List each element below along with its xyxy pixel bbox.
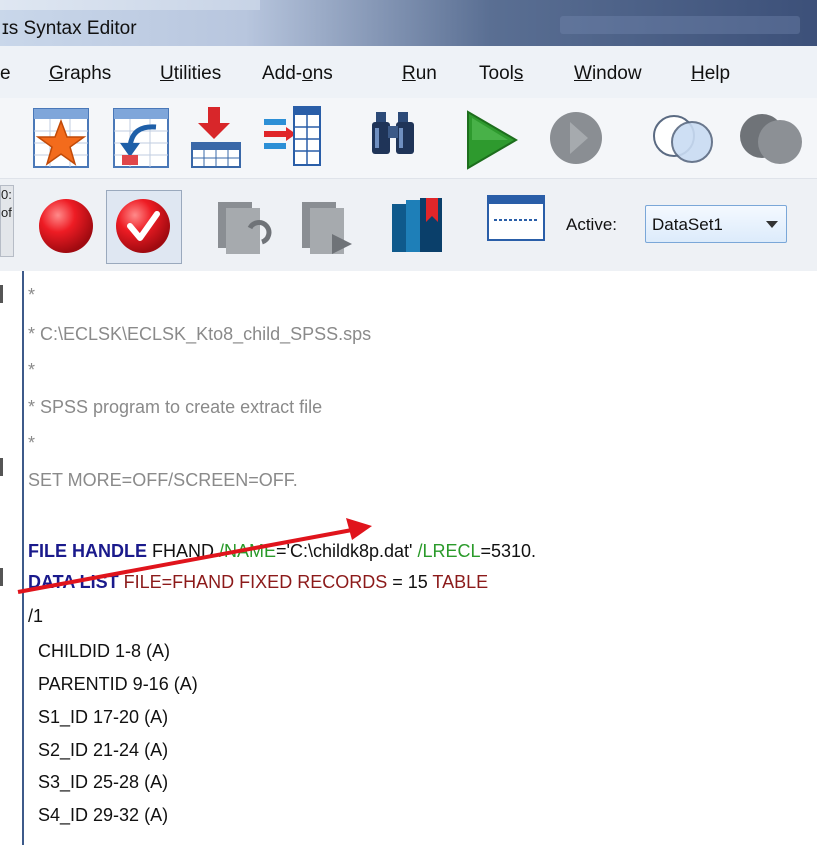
code-line-5: * <box>28 433 36 453</box>
menu-tools[interactable]: Tools <box>479 63 523 85</box>
gutter-marker <box>0 285 3 303</box>
menu-help-mnemonic: H <box>691 63 705 84</box>
menu-graphs-rest: raphs <box>63 63 112 84</box>
sub-lrecl: /LRECL <box>417 541 481 561</box>
menu-run-mnemonic: R <box>402 63 416 84</box>
syntax-editor[interactable]: * * C:\ECLSK\ECLSK_Kto8_child_SPSS.sps *… <box>24 271 817 845</box>
code-line-4: * SPSS program to create extract file <box>28 397 323 417</box>
menu-bar: e Graphs Utilities Add-ons Run Tools Win… <box>0 46 817 99</box>
menu-window-mnemonic: W <box>574 63 592 84</box>
gutter-marker <box>0 458 3 476</box>
menu-run-rest: un <box>415 63 437 84</box>
editor-gutter <box>0 271 24 845</box>
previous-bookmark-icon[interactable] <box>214 198 274 258</box>
window-title: ɪs Syntax Editor <box>2 18 137 39</box>
gutter-marker <box>0 568 3 586</box>
sub-name: /NAME <box>219 541 277 561</box>
file-fixed-records-token: FILE=FHAND FIXED RECORDS <box>118 572 388 592</box>
code-line-file-handle: FILE HANDLE FHAND /NAME='C:\childk8p.dat… <box>28 541 536 562</box>
code-line-var: S2_ID 21-24 (A) <box>28 740 169 760</box>
active-dataset-label: Active: <box>566 215 618 234</box>
menu-edit[interactable]: e <box>0 63 11 85</box>
menu-help[interactable]: Help <box>691 63 730 85</box>
show-line-numbers-icon[interactable] <box>486 194 546 242</box>
kw-data-list: DATA LIST <box>28 572 119 592</box>
menu-addons-pre: Add- <box>262 63 303 84</box>
menu-addons[interactable]: Add-ons <box>262 63 333 85</box>
menu-window-rest: indow <box>591 63 642 84</box>
go-to-variable-icon[interactable] <box>262 105 322 167</box>
title-bar-highlight <box>0 0 260 10</box>
dataset-gray-circles-icon[interactable] <box>736 106 806 170</box>
menu-addons-rest: ns <box>312 63 333 84</box>
menu-run[interactable]: Run <box>402 63 437 85</box>
next-bookmark-icon[interactable] <box>298 198 360 258</box>
go-to-case-icon[interactable] <box>188 105 244 169</box>
checkmark-icon[interactable] <box>112 196 174 256</box>
lrecl-value: =5310. <box>480 541 537 561</box>
records-value: = 15 <box>387 572 433 592</box>
code-line-var: S3_ID 25-28 (A) <box>28 772 169 792</box>
table-token: TABLE <box>432 572 489 592</box>
bookmark-books-icon[interactable] <box>390 196 446 256</box>
breakpoint-icon[interactable] <box>36 196 96 256</box>
code-line-var: S1_ID 17-20 (A) <box>28 707 169 727</box>
menu-utilities-mnemonic: U <box>160 63 174 84</box>
active-dataset-value: DataSet1 <box>652 215 723 234</box>
go-to-data-icon[interactable] <box>32 107 90 169</box>
code-line-var: CHILDID 1-8 (A) <box>28 641 171 661</box>
file-path-token: ='C:\childk8p.dat' <box>276 541 418 561</box>
fhand-token: FHAND <box>147 541 219 561</box>
left-panel-fragment: 0: of <box>0 185 14 257</box>
title-bar-ghost-text <box>560 16 800 34</box>
kw-file-handle: FILE HANDLE <box>28 541 147 561</box>
code-line-var: PARENTID 9-16 (A) <box>28 674 198 694</box>
run-selection-icon[interactable] <box>464 108 520 172</box>
menu-help-rest: elp <box>704 63 731 84</box>
menu-window[interactable]: Window <box>574 63 642 85</box>
menu-utilities-rest: tilities <box>173 63 222 84</box>
left-panel-line2: of <box>1 205 12 220</box>
code-line-1: * <box>28 285 36 305</box>
code-line-6: SET MORE=OFF/SCREEN=OFF. <box>28 470 298 490</box>
menu-graphs[interactable]: Graphs <box>49 63 111 85</box>
dataset-circles-icon[interactable] <box>650 108 718 168</box>
code-line-var: S4_ID 29-32 (A) <box>28 805 169 825</box>
step-through-icon[interactable] <box>548 108 604 168</box>
recall-dialog-icon[interactable] <box>112 107 170 169</box>
menu-tools-pre: Tool <box>479 63 514 84</box>
menu-tools-mnemonic: s <box>513 63 524 84</box>
title-bar: ɪs Syntax Editor <box>0 0 817 46</box>
code-line-2: * C:\ECLSK\ECLSK_Kto8_child_SPSS.sps <box>28 324 372 344</box>
menu-addons-mnemonic: o <box>302 63 313 84</box>
active-dataset-select[interactable]: DataSet1 <box>645 205 787 243</box>
left-panel-line1: 0: <box>1 187 12 202</box>
code-line-data-list: DATA LIST FILE=FHAND FIXED RECORDS = 15 … <box>28 572 488 593</box>
chevron-down-icon <box>766 221 778 228</box>
code-line-record: /1 <box>28 606 44 626</box>
menu-utilities[interactable]: Utilities <box>160 63 221 85</box>
menu-graphs-mnemonic: G <box>49 63 64 84</box>
binoculars-icon[interactable] <box>370 110 416 160</box>
code-line-3: * <box>28 360 36 380</box>
